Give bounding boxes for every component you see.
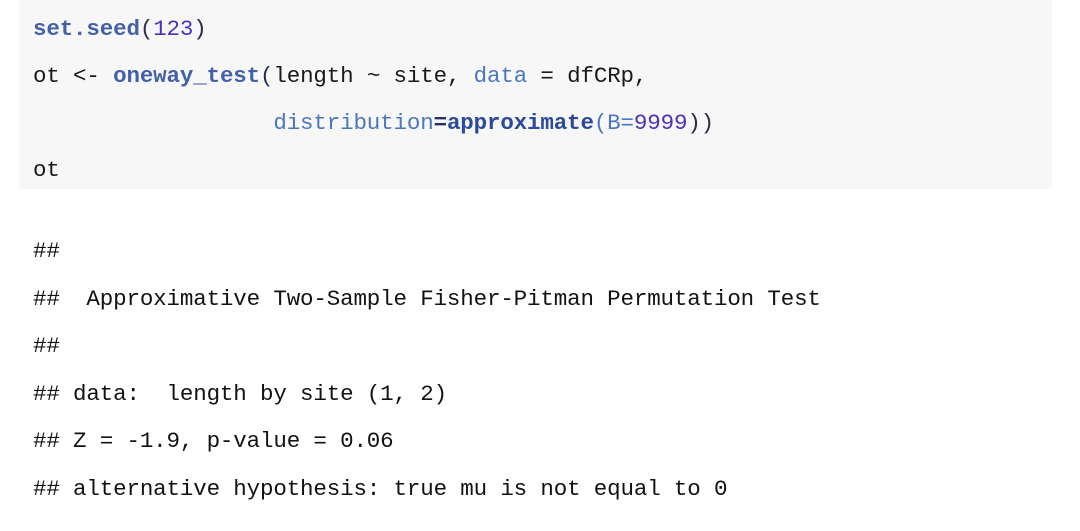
code-token-formula: length ~ site, <box>273 63 474 89</box>
code-token-function-approximate: approximate <box>446 110 594 136</box>
code-token-b-number: 9999 <box>633 110 688 136</box>
code-token-close-paren: ) <box>193 16 207 42</box>
code-token-open-paren-2: ( <box>260 63 274 89</box>
code-token-equals-2: = <box>433 110 448 136</box>
output-line: ## <box>33 238 60 264</box>
output-line: ## Approximative Two-Sample Fisher-Pitma… <box>33 285 821 312</box>
code-token-open-paren-3: ( <box>593 110 608 136</box>
output-line: ## alternative hypothesis: true mu is no… <box>33 475 728 502</box>
code-chunk-block: set.seed(123) ot <- oneway_test(length ~… <box>19 0 1052 189</box>
code-token-open-paren: ( <box>139 16 154 42</box>
code-line-4: ot <box>33 147 60 194</box>
code-token-arg-data: data <box>473 63 528 89</box>
console-output-block: ## ## Approximative Two-Sample Fisher-Pi… <box>33 228 1073 513</box>
code-token-assignment: ot <- <box>33 63 114 89</box>
code-token-close-parens: )) <box>687 110 715 136</box>
code-token-seed-number: 123 <box>153 16 194 42</box>
code-token-arg-b: B= <box>607 110 634 136</box>
r-markdown-output-page: set.seed(123) ot <- oneway_test(length ~… <box>0 0 1080 531</box>
code-token-equals: = <box>527 63 568 89</box>
output-line: ## data: length by site (1, 2) <box>33 380 447 407</box>
code-line-1: set.seed(123) <box>33 6 207 53</box>
output-line: ## <box>33 333 60 359</box>
code-token-indent <box>33 110 273 136</box>
code-token-arg-distribution: distribution <box>273 110 434 136</box>
code-line-3: distribution=approximate(B=9999)) <box>33 100 714 147</box>
code-token-function-oneway-test: oneway_test <box>113 63 260 89</box>
output-line: ## Z = -1.9, p-value = 0.06 <box>33 428 394 454</box>
code-line-2: ot <- oneway_test(length ~ site, data = … <box>33 53 647 100</box>
code-token-dataframe-name: dfCRp, <box>567 63 648 89</box>
code-token-function-set-seed: set.seed <box>33 16 140 42</box>
code-token-print-ot: ot <box>33 157 60 183</box>
